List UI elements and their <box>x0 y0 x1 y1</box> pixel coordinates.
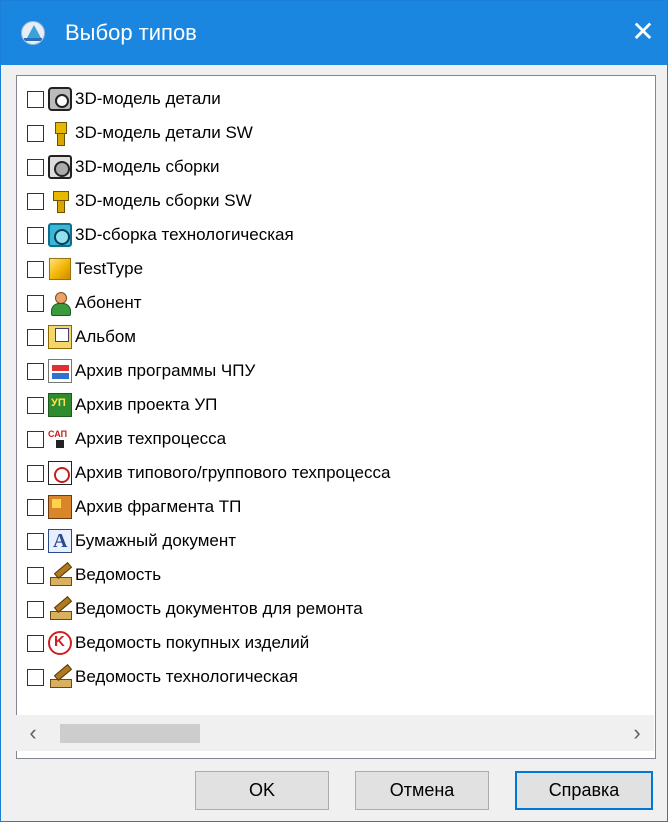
purchased-items-icon <box>48 631 72 655</box>
item-checkbox[interactable] <box>27 668 44 686</box>
close-button[interactable]: ✕ <box>619 1 667 65</box>
item-checkbox[interactable] <box>27 90 44 108</box>
statement-icon <box>48 597 72 621</box>
item-label: 3D-модель детали <box>75 89 221 108</box>
list-item[interactable]: Ведомость покупных изделий <box>17 626 655 660</box>
user-icon <box>48 291 72 316</box>
item-checkbox[interactable] <box>27 158 44 176</box>
item-label: Абонент <box>75 293 142 312</box>
assembly-sw-icon <box>48 189 72 213</box>
list-item[interactable]: Альбом <box>17 320 655 354</box>
cnc-archive-icon <box>48 359 72 383</box>
item-label: Ведомость <box>75 565 162 584</box>
typical-process-icon <box>48 461 72 485</box>
help-button[interactable]: Справка <box>515 771 653 810</box>
fragment-icon <box>48 495 72 519</box>
scroll-right-icon[interactable]: › <box>620 715 654 751</box>
part-3d-icon <box>48 87 72 111</box>
album-icon <box>48 325 72 349</box>
item-label: Ведомость технологическая <box>75 667 298 686</box>
list-item[interactable]: TestType <box>17 252 655 286</box>
horizontal-scrollbar[interactable]: ‹ › <box>16 715 656 751</box>
item-label: TestType <box>75 259 144 278</box>
item-label: Альбом <box>75 327 136 346</box>
item-checkbox[interactable] <box>27 362 44 380</box>
item-label: Ведомость покупных изделий <box>75 633 310 652</box>
item-checkbox[interactable] <box>27 396 44 414</box>
types-listbox[interactable]: 3D-модель детали 3D-модель детали SW 3D-… <box>16 75 656 759</box>
item-label: Архив техпроцесса <box>75 429 227 448</box>
part-sw-icon <box>48 121 72 146</box>
item-checkbox[interactable] <box>27 260 44 278</box>
item-label: Ведомость документов для ремонта <box>75 599 363 618</box>
paper-document-icon <box>48 529 72 553</box>
item-label: 3D-сборка технологическая <box>75 225 294 244</box>
statement-icon <box>48 563 72 587</box>
item-checkbox[interactable] <box>27 634 44 652</box>
cube-icon <box>48 257 72 281</box>
scroll-left-icon[interactable]: ‹ <box>16 715 50 751</box>
assembly-3d-icon <box>48 155 72 179</box>
up-project-icon <box>48 393 72 417</box>
dialog-window: Выбор типов ✕ 3D-модель детали 3D-модель… <box>0 0 668 822</box>
sapr-icon <box>48 427 72 451</box>
dialog-title: Выбор типов <box>65 20 197 45</box>
item-label: 3D-модель детали SW <box>75 123 253 142</box>
item-checkbox[interactable] <box>27 294 44 312</box>
item-checkbox[interactable] <box>27 124 44 142</box>
item-checkbox[interactable] <box>27 192 44 210</box>
tech-assembly-icon <box>48 223 72 247</box>
item-checkbox[interactable] <box>27 464 44 482</box>
list-item[interactable]: Архив программы ЧПУ <box>17 354 655 388</box>
list-item[interactable]: Бумажный документ <box>17 524 655 558</box>
list-item[interactable]: Ведомость документов для ремонта <box>17 592 655 626</box>
ok-button-label: OK <box>248 780 275 800</box>
ok-button[interactable]: OK <box>195 771 329 810</box>
item-checkbox[interactable] <box>27 328 44 346</box>
list-item[interactable]: Ведомость технологическая <box>17 660 655 694</box>
list-item[interactable]: Архив фрагмента ТП <box>17 490 655 524</box>
item-label: Архив фрагмента ТП <box>75 497 242 516</box>
item-checkbox[interactable] <box>27 600 44 618</box>
list-item[interactable]: Архив техпроцесса <box>17 422 655 456</box>
item-label: Архив типового/группового техпроцесса <box>75 463 391 482</box>
item-label: 3D-модель сборки SW <box>75 191 252 210</box>
list-item[interactable]: 3D-модель детали <box>17 82 655 116</box>
item-label: Архив проекта УП <box>75 395 218 414</box>
list-item[interactable]: 3D-модель сборки SW <box>17 184 655 218</box>
app-logo-icon <box>21 21 45 45</box>
cancel-button[interactable]: Отмена <box>355 771 489 810</box>
list-item[interactable]: 3D-модель детали SW <box>17 116 655 150</box>
item-checkbox[interactable] <box>27 430 44 448</box>
list-item[interactable]: 3D-модель сборки <box>17 150 655 184</box>
list-item[interactable]: Ведомость <box>17 558 655 592</box>
help-button-label: Справка <box>548 780 620 800</box>
list-item[interactable]: Архив проекта УП <box>17 388 655 422</box>
item-label: Бумажный документ <box>75 531 237 550</box>
item-label: Архив программы ЧПУ <box>75 361 256 380</box>
list-item[interactable]: 3D-сборка технологическая <box>17 218 655 252</box>
cancel-button-label: Отмена <box>389 780 455 800</box>
item-checkbox[interactable] <box>27 226 44 244</box>
statement-icon <box>48 665 72 689</box>
item-checkbox[interactable] <box>27 498 44 516</box>
list-item[interactable]: Архив типового/группового техпроцесса <box>17 456 655 490</box>
scrollbar-thumb[interactable] <box>60 724 200 743</box>
title-bar: Выбор типов ✕ <box>1 1 667 65</box>
item-label: 3D-модель сборки <box>75 157 220 176</box>
list-item[interactable]: Абонент <box>17 286 655 320</box>
item-checkbox[interactable] <box>27 566 44 584</box>
item-checkbox[interactable] <box>27 532 44 550</box>
